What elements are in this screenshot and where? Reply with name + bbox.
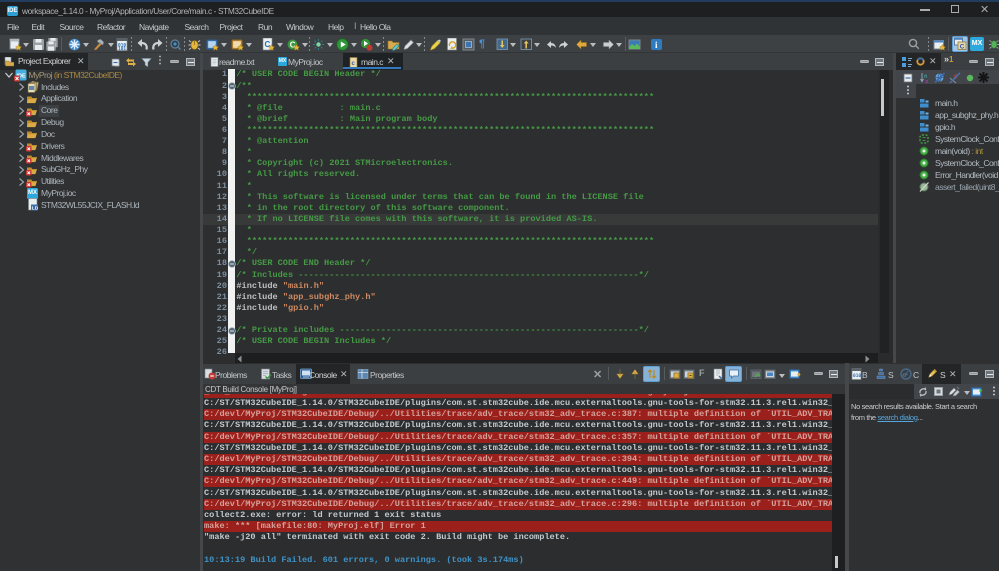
- svg-text:101: 101: [118, 46, 126, 51]
- svg-text:LD: LD: [32, 206, 39, 212]
- svg-text:010: 010: [853, 373, 861, 379]
- svg-text:C: C: [960, 43, 965, 50]
- svg-text:z: z: [926, 79, 929, 84]
